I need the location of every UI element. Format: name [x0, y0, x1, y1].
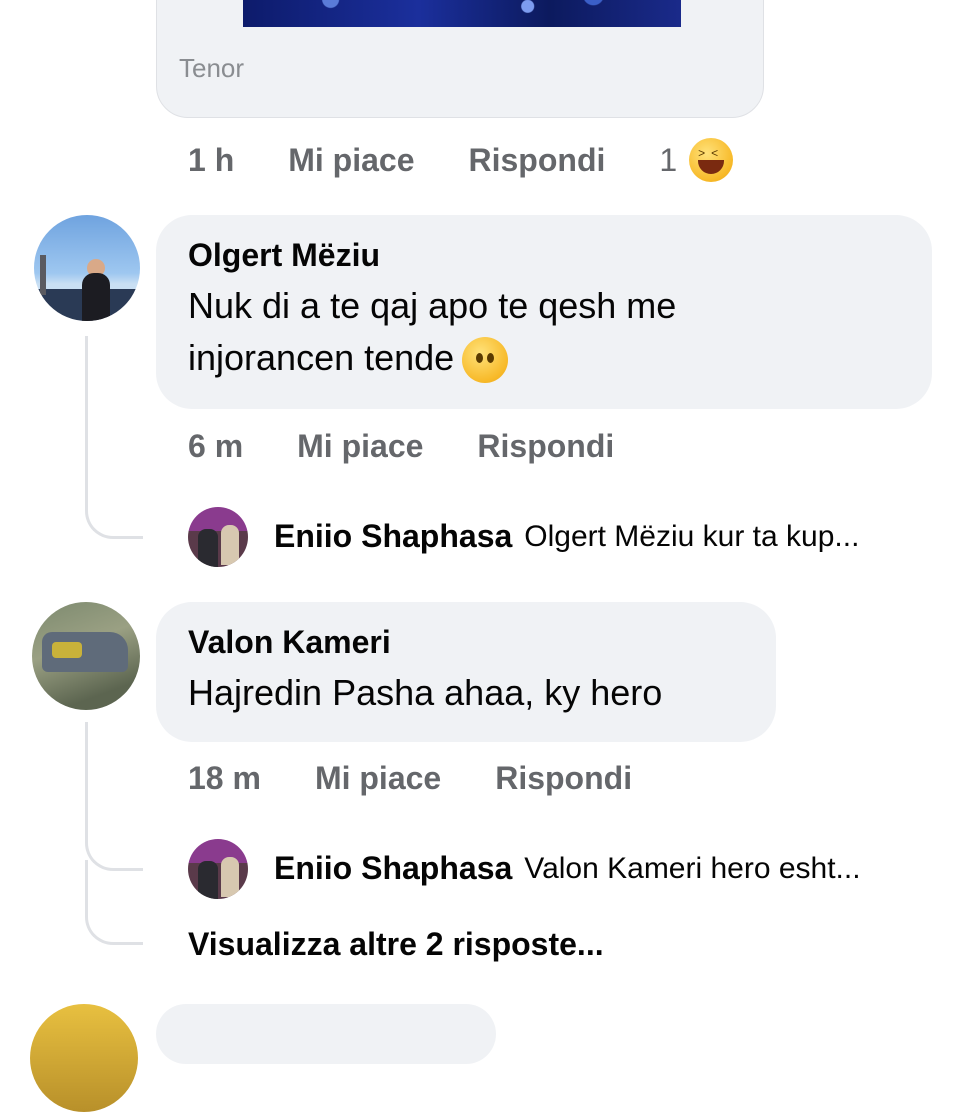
avatar[interactable] — [188, 507, 248, 567]
reaction-summary[interactable]: 1 >< — [659, 138, 787, 182]
gif-image[interactable] — [243, 0, 681, 27]
like-button[interactable]: Mi piace — [288, 142, 414, 179]
reply-button[interactable]: Rispondi — [495, 760, 632, 797]
comment-actions-row: 18 m Mi piace Rispondi — [188, 760, 686, 797]
avatar[interactable] — [188, 839, 248, 899]
comment-text-line: injorancen tende — [188, 332, 900, 384]
avatar[interactable] — [30, 1004, 138, 1112]
reply-button[interactable]: Rispondi — [469, 142, 606, 179]
thread-connector — [85, 860, 143, 945]
avatar[interactable] — [32, 602, 140, 710]
comment-text: Hajredin Pasha ahaa, ky hero — [188, 672, 663, 713]
reply-author[interactable]: Eniio Shaphasa — [274, 518, 512, 555]
reply-text: Olgert Mëziu kur ta kup... — [524, 519, 860, 553]
comment-author[interactable]: Valon Kameri — [188, 624, 744, 661]
thread-connector — [85, 722, 143, 871]
reply-author[interactable]: Eniio Shaphasa — [274, 850, 512, 887]
comment-bubble[interactable]: Olgert Mëziu Nuk di a te qaj apo te qesh… — [156, 215, 932, 409]
comment-time[interactable]: 6 m — [188, 428, 243, 465]
comment-text: Nuk di a te qaj apo te qesh me injorance… — [188, 280, 900, 384]
comment-bubble[interactable] — [156, 1004, 496, 1064]
haha-icon: >< — [689, 138, 734, 182]
avatar[interactable] — [34, 215, 140, 321]
gif-attachment[interactable]: Tenor — [156, 0, 764, 118]
like-button[interactable]: Mi piace — [315, 760, 441, 797]
reply-text: Valon Kameri hero esht... — [524, 851, 861, 885]
comment-author[interactable]: Olgert Mëziu — [188, 237, 900, 274]
comment-actions-row: 6 m Mi piace Rispondi — [188, 428, 668, 465]
like-button[interactable]: Mi piace — [297, 428, 423, 465]
reply-button[interactable]: Rispondi — [477, 428, 614, 465]
reaction-count: 1 — [659, 141, 678, 178]
thread-connector — [85, 336, 143, 539]
comment-time[interactable]: 1 h — [188, 142, 234, 179]
reply-preview[interactable]: Eniio Shaphasa Olgert Mëziu kur ta kup..… — [274, 518, 859, 555]
gif-source-label: Tenor — [179, 53, 245, 83]
comment-actions-row: 1 h Mi piace Rispondi 1 >< — [188, 138, 787, 182]
reply-preview[interactable]: Eniio Shaphasa Valon Kameri hero esht... — [274, 850, 861, 887]
comment-time[interactable]: 18 m — [188, 760, 261, 797]
comment-bubble[interactable]: Valon Kameri Hajredin Pasha ahaa, ky her… — [156, 602, 776, 742]
view-more-replies-link[interactable]: Visualizza altre 2 risposte... — [188, 926, 604, 963]
neutral-face-icon — [462, 337, 509, 384]
comment-text-line: Nuk di a te qaj apo te qesh me — [188, 285, 677, 326]
